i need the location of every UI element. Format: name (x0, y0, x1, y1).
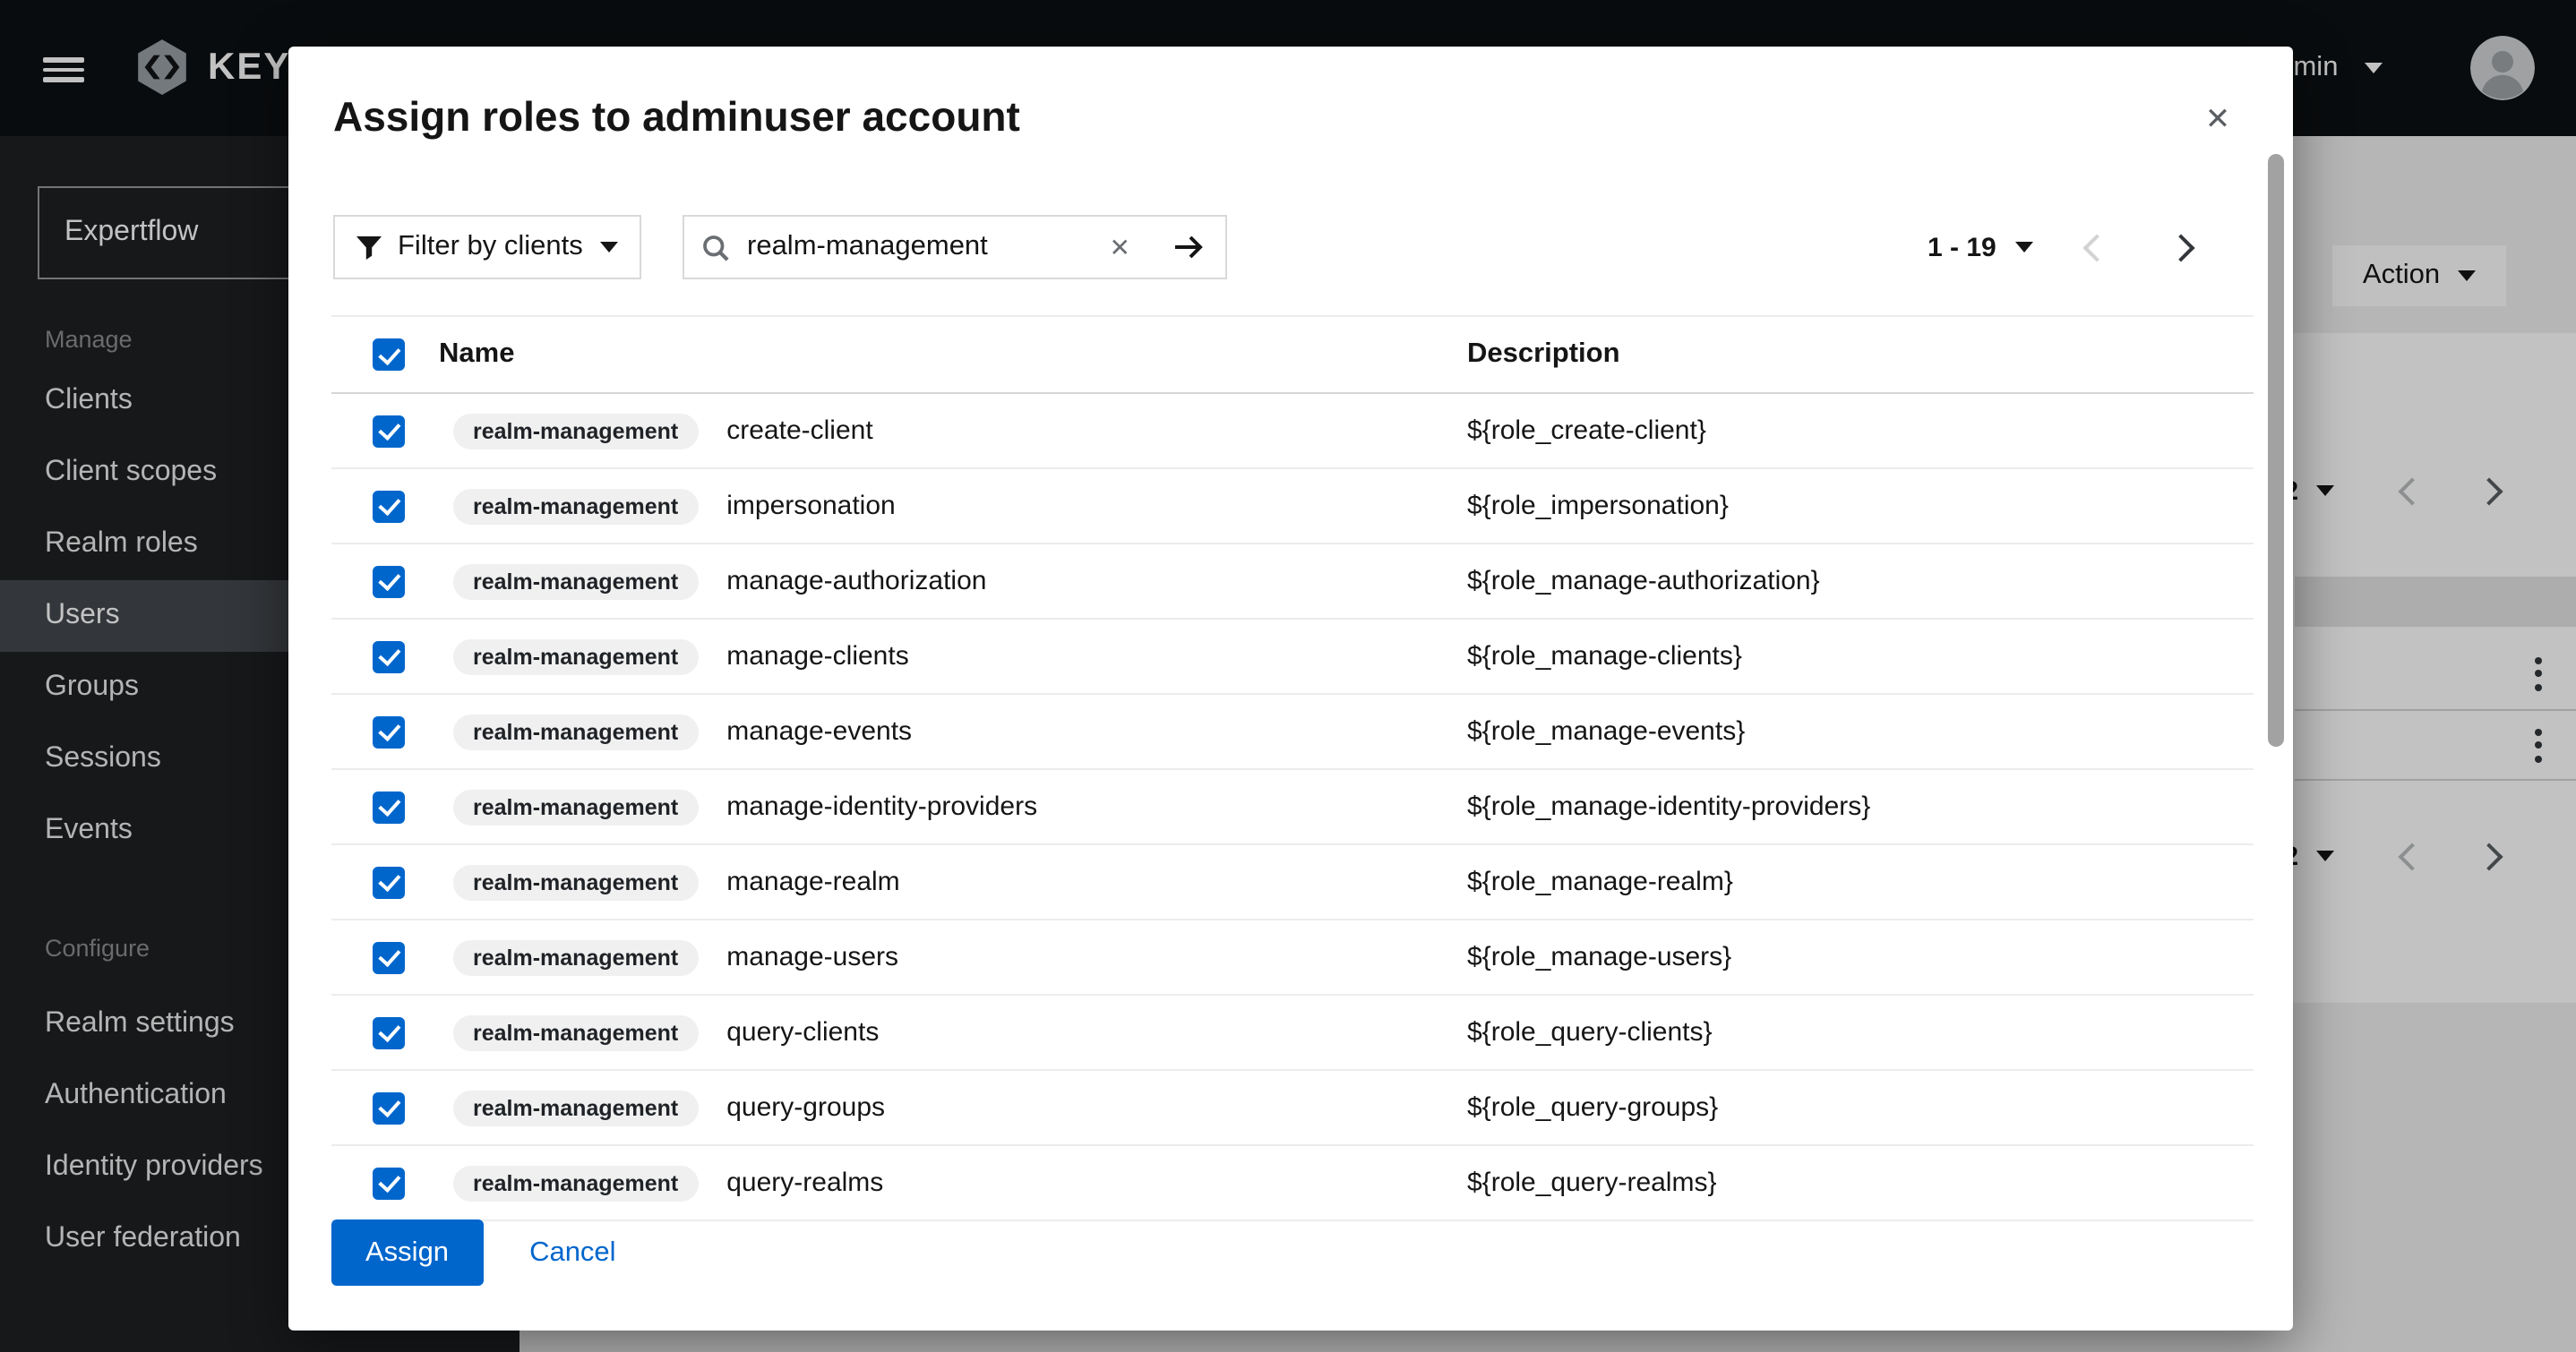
role-name: manage-events (726, 716, 912, 747)
close-icon[interactable]: ✕ (2191, 93, 2245, 147)
column-header-description: Description (1467, 338, 2254, 371)
row-checkbox[interactable] (373, 1016, 405, 1048)
role-name: query-realms (726, 1168, 883, 1198)
select-all-checkbox[interactable] (373, 338, 405, 371)
row-checkbox[interactable] (373, 791, 405, 823)
client-badge: realm-management (453, 1165, 698, 1201)
pagination-range[interactable]: 1 - 19 (1928, 232, 1996, 262)
client-badge: realm-management (453, 638, 698, 674)
modal-title: Assign roles to adminuser account (333, 93, 1020, 141)
filter-icon (356, 235, 382, 259)
table-row: realm-management query-groups ${role_que… (331, 1071, 2254, 1146)
row-checkbox[interactable] (373, 490, 405, 522)
role-description: ${role_manage-users} (1467, 942, 2254, 972)
role-description: ${role_manage-clients} (1467, 641, 2254, 672)
client-badge: realm-management (453, 563, 698, 599)
row-checkbox[interactable] (373, 565, 405, 597)
client-badge: realm-management (453, 1090, 698, 1125)
search-icon (702, 234, 729, 261)
table-header: Name Description (331, 315, 2254, 394)
search-input[interactable] (743, 229, 1092, 265)
client-badge: realm-management (453, 1014, 698, 1050)
keycloak-admin-console: KEYCLOAK admin Expertflow Manage Clients… (0, 0, 2576, 1352)
client-badge: realm-management (453, 488, 698, 524)
chevron-down-icon (600, 242, 618, 252)
role-description: ${role_query-realms} (1467, 1168, 2254, 1198)
table-row: realm-management manage-clients ${role_m… (331, 620, 2254, 695)
role-description: ${role_manage-events} (1467, 716, 2254, 747)
role-description: ${role_manage-identity-providers} (1467, 792, 2254, 822)
role-name: manage-users (726, 942, 898, 972)
scrollbar-thumb[interactable] (2268, 154, 2284, 747)
role-description: ${role_query-groups} (1467, 1092, 2254, 1123)
table-row: realm-management query-realms ${role_que… (331, 1146, 2254, 1221)
assign-roles-modal: Assign roles to adminuser account ✕ Filt… (288, 47, 2293, 1331)
search-group: ✕ (683, 215, 1154, 279)
role-name: manage-identity-providers (726, 792, 1037, 822)
clear-icon[interactable]: ✕ (1106, 232, 1134, 262)
row-checkbox[interactable] (373, 640, 405, 672)
role-name: query-groups (726, 1092, 885, 1123)
modal-pagination: 1 - 19 (1928, 215, 2192, 279)
role-name: manage-clients (726, 641, 908, 672)
role-name: query-clients (726, 1017, 879, 1048)
row-checkbox[interactable] (373, 941, 405, 973)
table-row: realm-management manage-authorization ${… (331, 544, 2254, 620)
role-description: ${role_manage-authorization} (1467, 566, 2254, 596)
column-header-name: Name (439, 338, 1467, 371)
role-name: impersonation (726, 491, 895, 521)
cancel-button[interactable]: Cancel (529, 1236, 616, 1269)
role-description: ${role_impersonation} (1467, 491, 2254, 521)
table-row: realm-management manage-users ${role_man… (331, 920, 2254, 996)
role-name: manage-realm (726, 867, 899, 897)
role-description: ${role_manage-realm} (1467, 867, 2254, 897)
table-row: realm-management query-clients ${role_qu… (331, 996, 2254, 1071)
table-row: realm-management create-client ${role_cr… (331, 394, 2254, 469)
table-row: realm-management manage-realm ${role_man… (331, 845, 2254, 920)
role-name: create-client (726, 415, 872, 446)
search-submit-button[interactable] (1152, 215, 1227, 279)
client-badge: realm-management (453, 864, 698, 900)
role-description: ${role_query-clients} (1467, 1017, 2254, 1048)
table-row: realm-management manage-identity-provide… (331, 770, 2254, 845)
row-checkbox[interactable] (373, 1091, 405, 1124)
client-badge: realm-management (453, 714, 698, 749)
chevron-down-icon (2016, 242, 2034, 252)
row-checkbox[interactable] (373, 415, 405, 447)
role-name: manage-authorization (726, 566, 986, 596)
row-checkbox[interactable] (373, 866, 405, 898)
chevron-right-icon[interactable] (2168, 233, 2195, 261)
arrow-right-icon (1173, 235, 1204, 260)
filter-label: Filter by clients (398, 231, 583, 263)
assign-button[interactable]: Assign (331, 1219, 483, 1286)
table-row: realm-management impersonation ${role_im… (331, 469, 2254, 544)
chevron-left-icon[interactable] (2083, 233, 2111, 261)
client-badge: realm-management (453, 789, 698, 825)
row-checkbox[interactable] (373, 715, 405, 748)
client-badge: realm-management (453, 939, 698, 975)
filter-dropdown[interactable]: Filter by clients (333, 215, 641, 279)
client-badge: realm-management (453, 413, 698, 449)
roles-table: Name Description realm-management create… (331, 315, 2254, 1221)
row-checkbox[interactable] (373, 1167, 405, 1199)
role-description: ${role_create-client} (1467, 415, 2254, 446)
table-row: realm-management manage-events ${role_ma… (331, 695, 2254, 770)
modal-footer: Assign Cancel (331, 1219, 616, 1286)
